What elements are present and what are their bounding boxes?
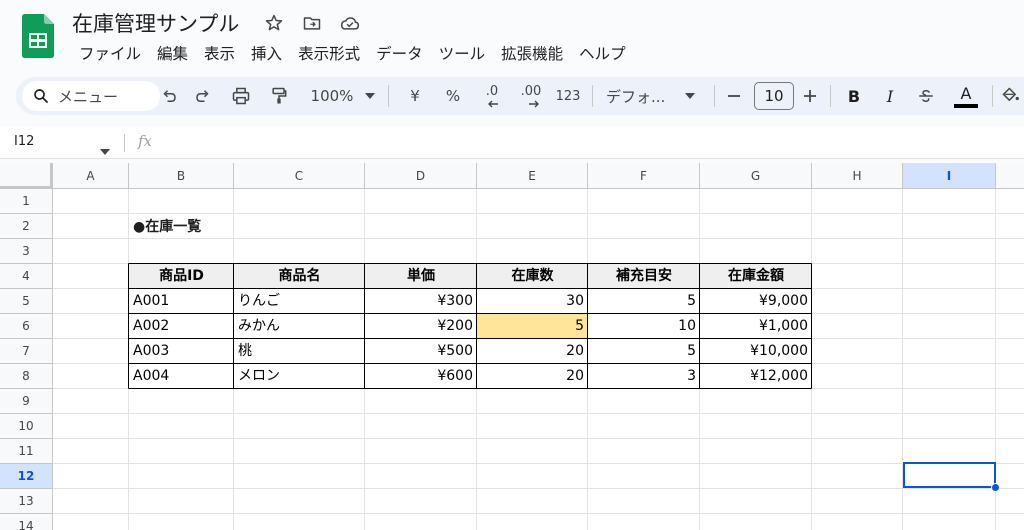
menu-view[interactable]: 表示 (197, 40, 242, 66)
menu-tools[interactable]: ツール (432, 40, 493, 66)
table-borders (128, 263, 812, 389)
bold-button[interactable]: B (842, 81, 866, 111)
menu-extensions[interactable]: 拡張機能 (494, 40, 570, 66)
decrease-font-size-button[interactable] (722, 81, 746, 111)
print-icon[interactable] (228, 81, 254, 111)
arrow-left-icon (488, 100, 498, 108)
percent-format-button[interactable]: % (442, 81, 464, 111)
menu-search[interactable]: メニュー (22, 81, 160, 111)
decrease-decimal-button[interactable]: .0 (478, 81, 506, 111)
menu-format[interactable]: 表示形式 (291, 40, 367, 66)
sheet-grid[interactable]: A B C D E F G H I 1 2 3 4 5 6 7 8 9 10 1… (0, 163, 1024, 530)
text-color-bar (954, 103, 978, 108)
paint-format-icon[interactable] (266, 81, 292, 111)
more-formats-button[interactable]: 123 (554, 81, 582, 111)
menu-insert[interactable]: 挿入 (244, 40, 289, 66)
menu-bar: ファイル 編集 表示 挿入 表示形式 データ ツール 拡張機能 ヘルプ (72, 40, 635, 66)
menu-search-label: メニュー (58, 87, 119, 106)
italic-button[interactable]: I (878, 81, 902, 111)
zoom-select[interactable]: 100% (306, 81, 358, 111)
cloud-saved-icon[interactable] (338, 11, 362, 35)
menu-data[interactable]: データ (369, 40, 430, 66)
fx-icon: fx (138, 132, 153, 150)
increase-decimal-button[interactable]: .00 (516, 81, 546, 111)
zoom-dropdown-icon[interactable] (362, 81, 378, 111)
menu-edit[interactable]: 編集 (150, 40, 195, 66)
formula-input[interactable] (170, 133, 1010, 153)
font-select[interactable]: デフォ... (606, 81, 676, 111)
document-title[interactable]: 在庫管理サンプル (72, 8, 239, 38)
active-cell-selection[interactable] (903, 462, 996, 488)
increase-font-size-button[interactable] (798, 81, 822, 111)
font-dropdown-icon[interactable] (682, 81, 698, 111)
strikethrough-icon[interactable] (914, 81, 938, 111)
name-box[interactable]: I12 (14, 134, 34, 149)
undo-icon[interactable] (156, 81, 182, 111)
sheets-logo-icon[interactable] (22, 14, 54, 58)
move-folder-icon[interactable] (300, 11, 324, 35)
fill-handle[interactable] (991, 483, 1000, 492)
formula-bar: I12 fx (0, 127, 1024, 159)
text-color-button[interactable]: A (952, 81, 980, 111)
currency-format-button[interactable]: ¥ (404, 81, 426, 111)
fill-color-icon[interactable] (1000, 81, 1022, 111)
header: 在庫管理サンプル ファイル 編集 表示 挿入 表示形式 データ ツール 拡張機能… (0, 0, 1024, 72)
search-icon (34, 89, 48, 103)
menu-help[interactable]: ヘルプ (572, 40, 633, 66)
sheets-app: 在庫管理サンプル ファイル 編集 表示 挿入 表示形式 データ ツール 拡張機能… (0, 0, 1024, 530)
redo-icon[interactable] (190, 81, 216, 111)
menu-file[interactable]: ファイル (72, 40, 148, 66)
star-icon[interactable] (262, 11, 286, 35)
font-size-input[interactable]: 10 (754, 82, 794, 110)
name-box-dropdown-icon[interactable] (100, 140, 110, 159)
toolbar: メニュー 100% ¥ % .0 .00 123 デフォ... 10 B I A (16, 77, 1024, 115)
arrow-right-icon (529, 100, 539, 108)
